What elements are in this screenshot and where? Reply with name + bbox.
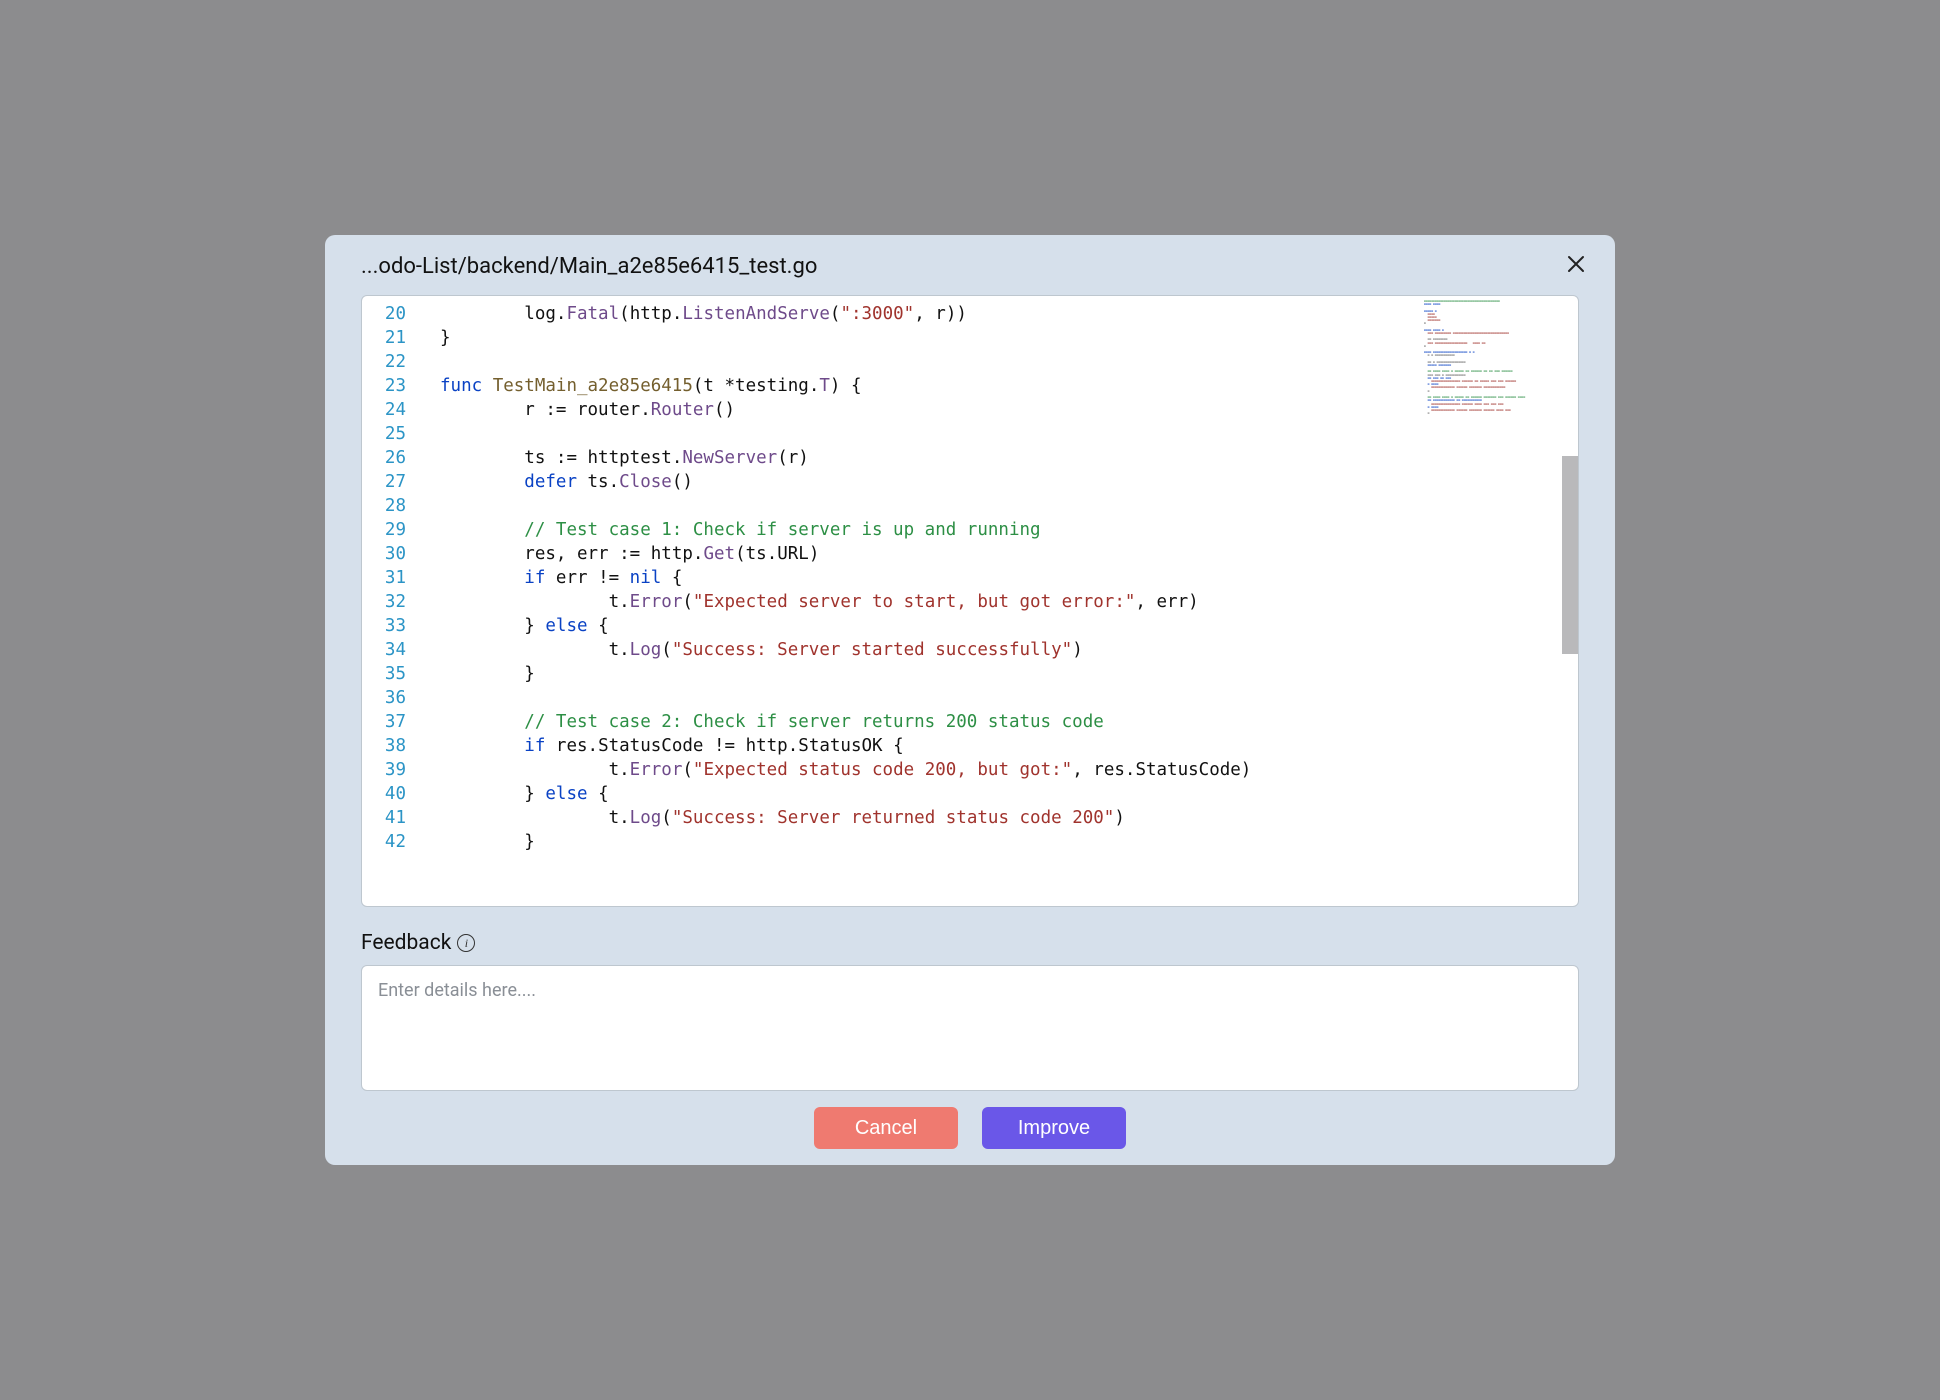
improve-button[interactable]: Improve bbox=[982, 1107, 1126, 1149]
feedback-textbox-container bbox=[361, 965, 1579, 1091]
file-path: ...odo-List/backend/Main_a2e85e6415_test… bbox=[361, 254, 817, 279]
vertical-scrollbar-thumb[interactable] bbox=[1562, 456, 1578, 654]
feedback-label-row: Feedback i bbox=[325, 907, 1615, 965]
code-editor[interactable]: 2021222324252627282930313233343536373839… bbox=[361, 295, 1579, 907]
dialog-backdrop: ...odo-List/backend/Main_a2e85e6415_test… bbox=[0, 0, 1940, 1400]
close-button[interactable] bbox=[1563, 253, 1589, 279]
feedback-label: Feedback bbox=[361, 931, 451, 955]
feedback-input[interactable] bbox=[378, 980, 1562, 1076]
dialog-header: ...odo-List/backend/Main_a2e85e6415_test… bbox=[325, 243, 1615, 285]
cancel-button[interactable]: Cancel bbox=[814, 1107, 958, 1149]
feedback-dialog: ...odo-List/backend/Main_a2e85e6415_test… bbox=[325, 235, 1615, 1165]
line-number-gutter: 2021222324252627282930313233343536373839… bbox=[362, 296, 420, 906]
dialog-button-row: Cancel Improve bbox=[325, 1091, 1615, 1153]
code-content[interactable]: log.Fatal(http.ListenAndServe(":3000", r… bbox=[420, 296, 1578, 906]
info-icon[interactable]: i bbox=[457, 934, 475, 952]
close-icon bbox=[1567, 253, 1585, 279]
